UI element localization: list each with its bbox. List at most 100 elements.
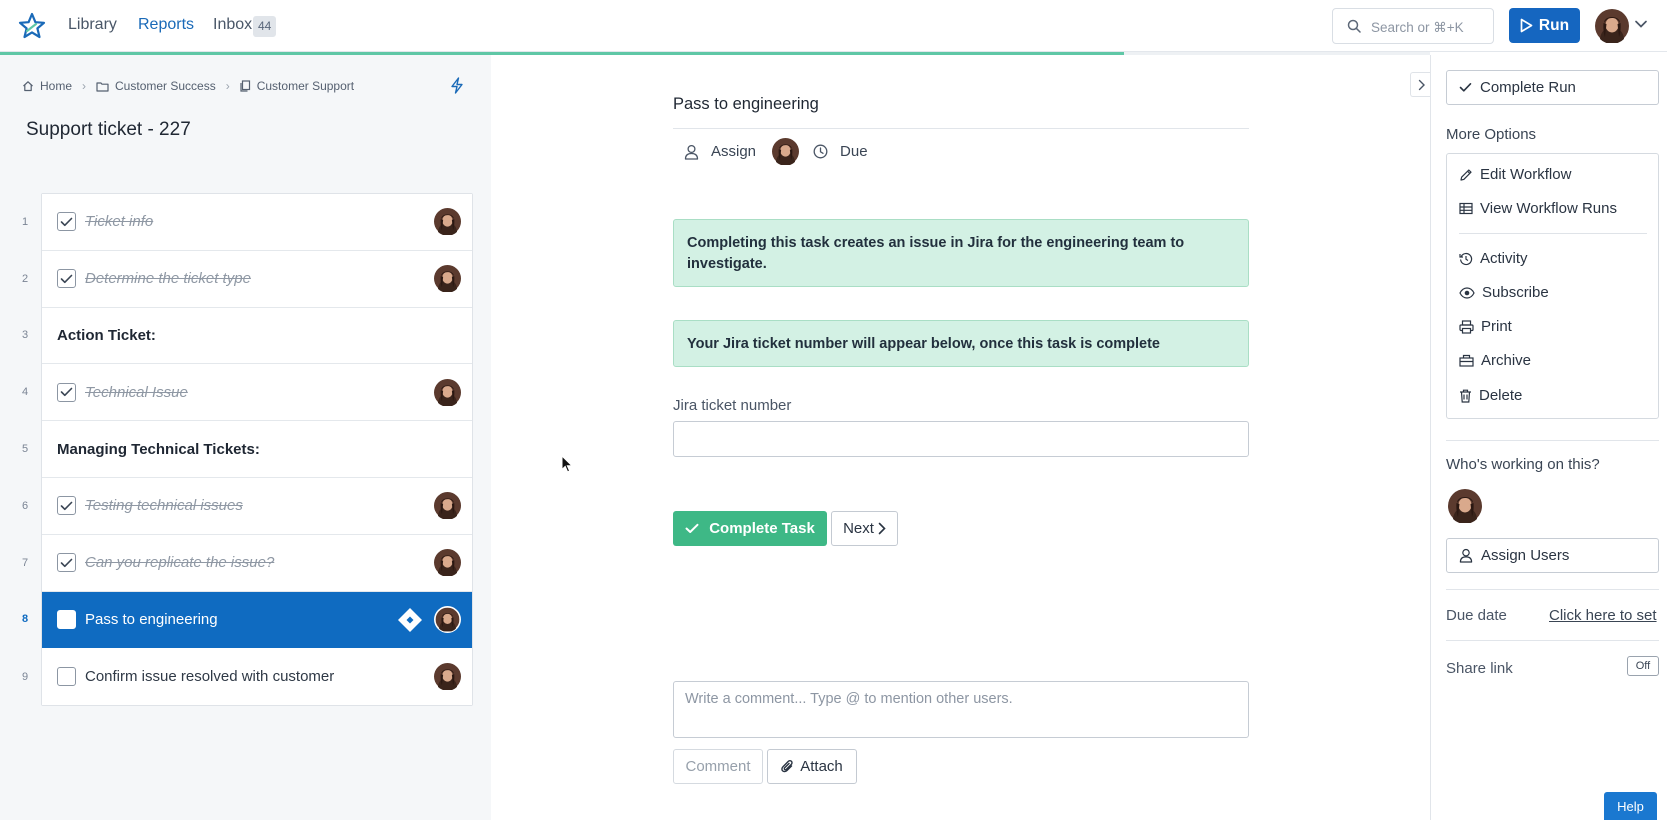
task-assignee-avatar[interactable] [434,605,461,633]
checklist-heading[interactable]: 3 Action Ticket: [22,307,472,365]
task-row[interactable]: 9 Confirm issue resolved with customer [22,648,472,706]
complete-run-button[interactable]: Complete Run [1446,70,1659,105]
task-meta-row: Assign Due [684,138,868,165]
task-label: Testing technical issues [85,497,243,515]
checklist-heading[interactable]: 5 Managing Technical Tickets: [22,421,472,478]
search-input[interactable] [1371,17,1489,37]
jira-info-banner: Completing this task creates an issue in… [673,219,1249,287]
breadcrumb-home[interactable]: Home [22,79,72,93]
next-task-button[interactable]: Next [831,511,898,546]
breadcrumb-customer-support[interactable]: Customer Support [240,79,354,93]
app-logo-star-icon[interactable] [18,12,46,40]
pencil-icon [1459,168,1473,182]
task-label: Pass to engineering [85,610,218,628]
task-assignee-avatar[interactable] [434,208,461,236]
run-button[interactable]: Run [1509,8,1580,43]
nav-reports[interactable]: Reports [138,16,194,34]
task-label: Determine the ticket type [85,270,251,288]
assign-users-button[interactable]: Assign Users [1446,538,1659,573]
document-icon [240,80,251,92]
task-checkbox[interactable] [57,609,76,629]
help-button[interactable]: Help [1604,792,1657,820]
complete-task-button[interactable]: Complete Task [673,511,827,546]
task-assignee-avatar[interactable] [434,663,461,691]
task-assignee-avatar[interactable] [434,492,461,520]
more-options-heading: More Options [1446,126,1537,143]
due-date-label: Due date [1446,607,1507,624]
jira-ticket-number-input[interactable] [673,421,1249,457]
chevron-right-icon [1418,79,1426,91]
task-checkbox[interactable] [57,269,76,289]
task-checkbox[interactable] [57,667,76,687]
breadcrumb-separator: › [225,79,230,93]
task-row[interactable]: 8 Pass to engineering [22,591,472,649]
share-link-label: Share link [1446,660,1513,677]
folder-icon [96,81,109,92]
who-is-working-heading: Who's working on this? [1446,456,1600,473]
share-link-toggle[interactable]: Off [1627,656,1659,676]
task-assignee-avatar[interactable] [434,265,461,293]
menu-view-workflow-runs[interactable]: View Workflow Runs [1459,200,1617,217]
comment-input[interactable] [673,681,1249,738]
task-assignee-avatar[interactable] [434,549,461,577]
inbox-count-badge: 44 [253,16,277,37]
assign-button[interactable]: Assign [711,143,756,160]
person-icon [1459,548,1473,563]
attach-label: Attach [800,758,843,775]
printer-icon [1459,319,1474,334]
collapse-sidebar-button[interactable] [1410,72,1432,97]
user-avatar[interactable] [1595,9,1629,43]
menu-divider [1459,233,1647,234]
breadcrumb-customer-success[interactable]: Customer Success [96,79,216,93]
clock-icon [813,144,828,159]
task-number: 1 [21,215,29,228]
task-checkbox[interactable] [57,553,76,573]
automations-bolt-icon[interactable] [450,77,464,94]
sidebar-divider [1446,440,1659,441]
task-label: Ticket info [85,213,154,231]
comment-button[interactable]: Comment [673,749,763,784]
task-checkbox[interactable] [57,382,76,402]
sidebar-divider [1446,640,1659,641]
checklist-panel: Home › Customer Success › Customer Suppo… [0,55,491,820]
conditional-logic-diamond-icon [398,607,422,632]
task-label: Action Ticket: [57,326,156,344]
breadcrumb-separator: › [82,79,87,93]
assignee-avatar[interactable] [772,138,799,165]
due-button[interactable]: Due [840,143,868,160]
task-checkbox[interactable] [57,212,76,232]
menu-archive[interactable]: Archive [1459,352,1531,369]
due-date-set-link[interactable]: Click here to set [1549,607,1657,624]
task-number: 2 [21,272,29,285]
jira-ticket-field-label: Jira ticket number [673,397,792,414]
nav-inbox[interactable]: Inbox [213,16,252,34]
trash-icon [1459,389,1472,403]
task-row[interactable]: 4 Technical Issue [22,364,472,422]
top-navbar: Library Reports Inbox 44 Run [0,0,1667,55]
run-button-label: Run [1538,16,1570,34]
task-row[interactable]: 6 Testing technical issues [22,477,472,535]
complete-task-label: Complete Task [709,520,815,537]
attach-button[interactable]: Attach [767,749,857,784]
chevron-down-icon[interactable] [1634,19,1648,29]
task-number: 5 [21,443,29,456]
menu-print[interactable]: Print [1459,318,1512,335]
table-icon [1459,202,1473,215]
task-row[interactable]: 1 Ticket info [22,194,472,251]
mouse-cursor-icon [561,455,573,473]
next-label: Next [843,520,874,537]
task-row[interactable]: 2 Determine the ticket type [22,250,472,308]
jira-notice-banner: Your Jira ticket number will appear belo… [673,320,1249,367]
menu-activity[interactable]: Activity [1459,250,1528,267]
sidebar-divider [1446,589,1659,590]
task-assignee-avatar[interactable] [434,378,461,406]
menu-edit-workflow[interactable]: Edit Workflow [1459,166,1571,183]
menu-delete[interactable]: Delete [1459,387,1522,404]
menu-subscribe[interactable]: Subscribe [1459,284,1549,301]
nav-library[interactable]: Library [68,16,117,34]
working-user-avatar[interactable] [1448,489,1482,523]
search-box[interactable] [1332,8,1494,44]
task-checkbox[interactable] [57,496,76,516]
task-row[interactable]: 7 Can you replicate the issue? [22,534,472,592]
archive-icon [1459,354,1474,367]
